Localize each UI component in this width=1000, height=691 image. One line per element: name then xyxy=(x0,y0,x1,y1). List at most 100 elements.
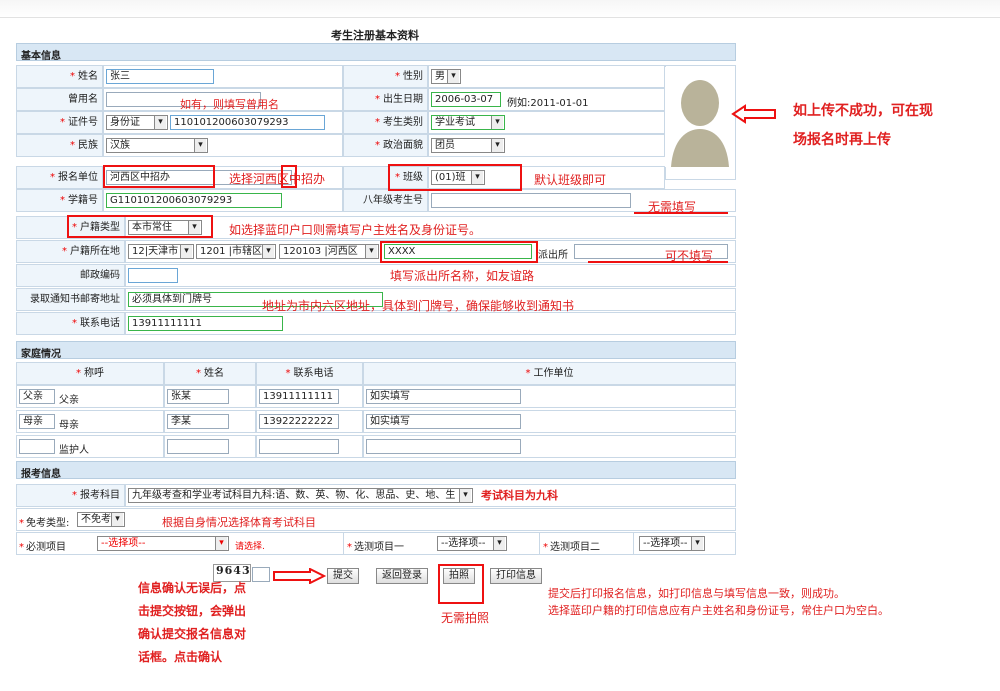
family-work-input[interactable]: 如实填写 xyxy=(366,414,521,429)
required-select[interactable]: --选择项-- xyxy=(97,536,229,551)
gender-cell: 男 xyxy=(428,65,665,88)
family-phone-cell xyxy=(256,435,363,458)
subjects-label: * 报考科目 xyxy=(16,484,125,507)
opt2-select[interactable]: --选择项-- xyxy=(639,536,705,551)
category-label: * 考生类别 xyxy=(343,111,428,134)
family-relation-text: 监护人 xyxy=(59,445,89,456)
family-work-input[interactable] xyxy=(366,439,521,454)
highlight-hukou-type xyxy=(67,215,213,238)
phone-cell: 13911111111 xyxy=(125,312,736,335)
opt1-label: * 选测项目一 xyxy=(347,542,404,553)
captcha-input[interactable] xyxy=(252,567,270,582)
opt1-select[interactable]: --选择项-- xyxy=(437,536,507,551)
grade8-label: 八年级考生号 xyxy=(343,189,428,212)
political-cell: 团员 xyxy=(428,134,665,157)
family-name-cell: 张某 xyxy=(164,385,256,408)
hukou-area-select[interactable]: 120103 |河西区 xyxy=(279,244,379,259)
highlight-class xyxy=(388,164,522,191)
family-name-cell xyxy=(164,435,256,458)
avatar-placeholder-icon[interactable] xyxy=(665,67,735,167)
annotation-class: 默认班级即可 xyxy=(534,173,607,187)
annotation-print-1: 提交后打印报名信息，如打印信息与填写信息一致，则成功。 xyxy=(548,587,845,600)
section-exam-header: 报考信息 xyxy=(16,461,736,480)
student-no-input[interactable]: G110101200603079293 xyxy=(106,193,282,208)
dob-hint: 例如:2011-01-01 xyxy=(507,98,589,109)
id-cell: 身份证 110101200603079293 xyxy=(103,111,343,134)
grade8-input[interactable] xyxy=(431,193,631,208)
family-header-phone: * 联系电话 xyxy=(256,362,363,385)
category-cell: 学业考试 xyxy=(428,111,665,134)
police-label: 派出所 xyxy=(538,250,568,261)
id-type-select[interactable]: 身份证 xyxy=(106,115,168,130)
submit-button[interactable]: 提交 xyxy=(327,568,359,584)
annotation-submit-3: 确认提交报名信息对 xyxy=(138,627,247,641)
highlight-hukou-detail xyxy=(380,241,538,263)
annotation-photo-button: 无需拍照 xyxy=(441,611,490,625)
postcode-input[interactable] xyxy=(128,268,178,283)
arrow-left-icon xyxy=(731,104,776,124)
family-relation-text: 母亲 xyxy=(59,420,79,431)
page-title: 考生注册基本资料 xyxy=(331,29,419,42)
divider xyxy=(633,533,634,555)
back-to-login-button[interactable]: 返回登录 xyxy=(376,568,428,584)
family-row: 父亲 父亲 xyxy=(16,385,164,408)
highlight-unit xyxy=(103,165,215,188)
annotation-police: 可不填写 xyxy=(665,249,714,263)
id-label: * 证件号 xyxy=(16,111,103,134)
annotation-print-2: 选择蓝印户籍的打印信息应有户主姓名和身份证号，常住户口为空白。 xyxy=(548,604,889,617)
former-name-label: 曾用名 xyxy=(16,88,103,111)
browser-top-bar xyxy=(0,0,1000,18)
ethnicity-label: * 民族 xyxy=(16,134,103,157)
family-name-input[interactable] xyxy=(167,439,229,454)
print-button[interactable]: 打印信息 xyxy=(490,568,542,584)
annotation-exempt: 根据自身情况选择体育考试科目 xyxy=(162,516,316,529)
exempt-label: * 免考类型: xyxy=(19,518,70,529)
phone-input[interactable]: 13911111111 xyxy=(128,316,283,331)
hukou-district-select[interactable]: 1201 |市辖区 xyxy=(196,244,276,259)
family-relation-input[interactable]: 母亲 xyxy=(19,414,55,429)
family-name-input[interactable]: 李某 xyxy=(167,414,229,429)
family-relation-input[interactable] xyxy=(19,439,55,454)
family-phone-input[interactable] xyxy=(259,439,339,454)
annotation-unit: 选择河西区中招办 xyxy=(229,172,326,186)
hukou-city-select[interactable]: 12|天津市 xyxy=(128,244,194,259)
family-phone-input[interactable]: 13922222222 xyxy=(259,414,339,429)
annotation-submit-2: 击提交按钮，会弹出 xyxy=(138,604,247,618)
dob-label: * 出生日期 xyxy=(343,88,428,111)
name-cell: 张三 xyxy=(103,65,343,88)
phone-label: * 联系电话 xyxy=(16,312,125,335)
id-number-input[interactable]: 110101200603079293 xyxy=(170,115,325,130)
family-phone-cell: 13922222222 xyxy=(256,410,363,433)
name-label: * 姓名 xyxy=(16,65,103,88)
name-input[interactable]: 张三 xyxy=(106,69,214,84)
political-label: * 政治面貌 xyxy=(343,134,428,157)
gender-select[interactable]: 男 xyxy=(431,69,461,84)
dob-input[interactable]: 2006-03-07 xyxy=(431,92,501,107)
political-select[interactable]: 团员 xyxy=(431,138,505,153)
family-row: 监护人 xyxy=(16,435,164,458)
family-header-relation: * 称呼 xyxy=(16,362,164,385)
student-no-label: * 学籍号 xyxy=(16,189,103,212)
family-work-input[interactable]: 如实填写 xyxy=(366,389,521,404)
family-header-name: * 姓名 xyxy=(164,362,256,385)
hukou-location-label: * 户籍所在地 xyxy=(16,240,125,263)
family-name-input[interactable]: 张某 xyxy=(167,389,229,404)
exempt-select[interactable]: 不免考 xyxy=(77,512,125,527)
required-hint: 请选择. xyxy=(235,542,265,552)
postcode-label: 邮政编码 xyxy=(16,264,125,287)
divider xyxy=(539,533,540,555)
subjects-select[interactable]: 九年级考查和学业考试科目九科:语、数、英、物、化、思品、史、地、生 xyxy=(128,488,473,503)
annotation-hukou: 如选择蓝印户口则需填写户主姓名及身份证号。 xyxy=(229,223,482,237)
ethnicity-cell: 汉族 xyxy=(103,134,343,157)
family-phone-input[interactable]: 13911111111 xyxy=(259,389,339,404)
category-select[interactable]: 学业考试 xyxy=(431,115,505,130)
family-work-cell xyxy=(363,435,736,458)
family-work-cell: 如实填写 xyxy=(363,410,736,433)
ethnicity-select[interactable]: 汉族 xyxy=(106,138,208,153)
annotation-subjects: 考试科目为九科 xyxy=(481,489,558,502)
dob-cell: 2006-03-07 例如:2011-01-01 xyxy=(428,88,665,111)
annotation-photo-2: 场报名时再上传 xyxy=(793,132,891,148)
annotation-police-name: 填写派出所名称，如友谊路 xyxy=(390,269,535,283)
exempt-row: * 免考类型: 不免考 xyxy=(16,508,736,531)
family-relation-input[interactable]: 父亲 xyxy=(19,389,55,404)
